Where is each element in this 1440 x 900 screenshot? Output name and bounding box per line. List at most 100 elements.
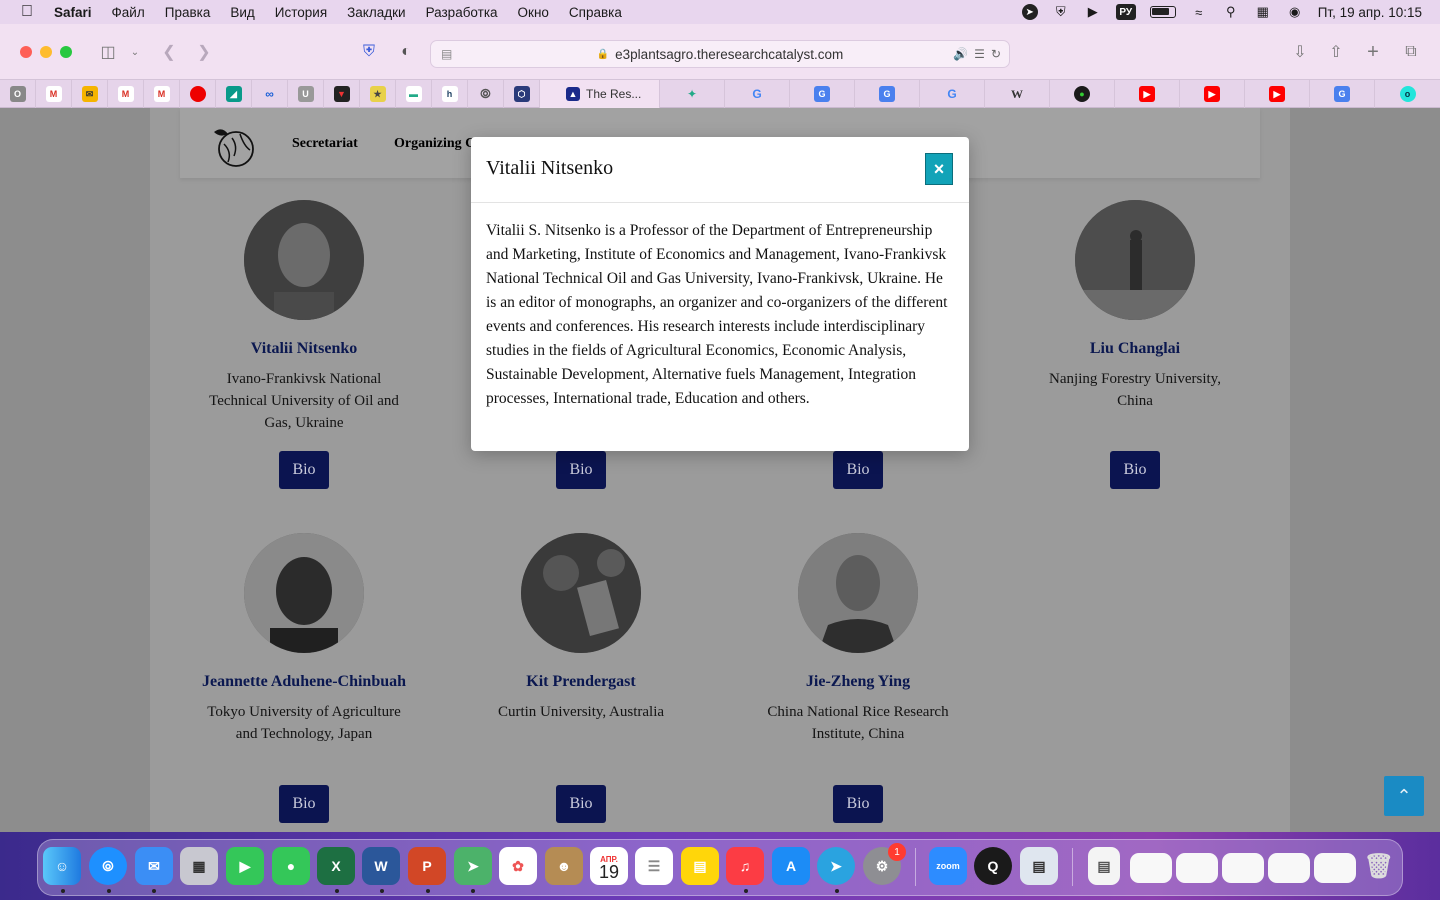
word-icon[interactable]: W [362, 847, 400, 885]
menu-edit[interactable]: Правка [165, 5, 211, 20]
pinned-tab[interactable]: ▼ [324, 80, 360, 108]
documents-stack-icon[interactable]: ▤ [1088, 847, 1120, 885]
pinned-tab[interactable]: ★ [360, 80, 396, 108]
location-arrow-icon[interactable]: ➤ [1021, 4, 1038, 20]
reload-icon[interactable]: ↻ [991, 47, 1001, 61]
bio-button[interactable]: Bio [279, 785, 329, 823]
modal-close-button[interactable]: × [925, 153, 953, 185]
privacy-shield-icon[interactable]: ⛨ [358, 40, 380, 64]
translate-icon[interactable]: ☰ [974, 47, 985, 61]
play-circle-icon[interactable]: ▶ [1084, 4, 1102, 20]
recent-window-thumbnail[interactable] [1314, 853, 1356, 883]
facetime-icon[interactable]: ▶ [226, 847, 264, 885]
pinned-tab[interactable]: ✉ [72, 80, 108, 108]
downloads-icon[interactable]: ⇩ [1290, 40, 1310, 64]
speaker-name[interactable]: Vitalii Nitsenko [184, 340, 424, 358]
nav-link-secretariat[interactable]: Secretariat [292, 136, 358, 152]
shield-check-icon[interactable]: ⛨ [1052, 4, 1070, 20]
mail-icon[interactable]: ✉ [135, 847, 173, 885]
menu-history[interactable]: История [275, 5, 327, 20]
bio-button[interactable]: Bio [1110, 451, 1160, 489]
tab[interactable]: W [985, 80, 1050, 108]
bio-button[interactable]: Bio [833, 785, 883, 823]
reader-mode-icon[interactable]: ▤ [441, 47, 452, 61]
bio-button[interactable]: Bio [279, 451, 329, 489]
recent-window-thumbnail[interactable] [1176, 853, 1218, 883]
pinned-tab[interactable]: ◢ [216, 80, 252, 108]
photos-icon[interactable]: ✿ [499, 847, 537, 885]
pinned-tab[interactable] [180, 80, 216, 108]
address-bar[interactable]: ▤ 🔒 e3plantsagro.theresearchcatalyst.com… [430, 40, 1010, 68]
menu-app-name[interactable]: Safari [54, 5, 92, 20]
pinned-tab[interactable]: M [36, 80, 72, 108]
pinned-tab[interactable]: ⦾ [468, 80, 504, 108]
site-logo-icon[interactable] [210, 124, 260, 170]
music-icon[interactable]: ♫ [726, 847, 764, 885]
tab[interactable]: G [855, 80, 920, 108]
quicktime-icon[interactable]: Q [974, 847, 1012, 885]
close-window-button[interactable] [20, 46, 32, 58]
back-button[interactable]: ❮ [160, 40, 178, 64]
launchpad-icon[interactable]: ▦ [180, 847, 218, 885]
pinned-tab[interactable]: ▬ [396, 80, 432, 108]
recent-window-thumbnail[interactable] [1130, 853, 1172, 883]
pinned-tab[interactable]: U [288, 80, 324, 108]
zoom-window-button[interactable] [60, 46, 72, 58]
siri-icon[interactable]: ◉ [1286, 4, 1304, 20]
sidebar-toggle-icon[interactable]: ◫ [96, 40, 120, 64]
trash-icon[interactable]: 🗑 [1360, 847, 1398, 885]
tab[interactable]: ✦ [660, 80, 725, 108]
pinned-tab[interactable]: ⬡ [504, 80, 540, 108]
tab[interactable]: ▶ [1115, 80, 1180, 108]
app-store-icon[interactable]: A [772, 847, 810, 885]
forward-button[interactable]: ❯ [195, 40, 213, 64]
audio-playing-icon[interactable]: 🔊 [953, 47, 968, 61]
spotlight-search-icon[interactable]: ⚲ [1222, 4, 1240, 20]
contacts-icon[interactable]: ☻ [545, 847, 583, 885]
pinned-tab[interactable]: M [108, 80, 144, 108]
wifi-icon[interactable]: ≈ [1190, 4, 1208, 20]
menu-develop[interactable]: Разработка [426, 5, 498, 20]
control-center-icon[interactable]: ▦ [1254, 4, 1272, 20]
speaker-name[interactable]: Jie-Zheng Ying [738, 673, 978, 691]
speaker-name[interactable]: Jeannette Aduhene-Chinbuah [184, 673, 424, 691]
maps-icon[interactable]: ➤ [454, 847, 492, 885]
pinned-tab[interactable]: O [0, 80, 36, 108]
nav-link-organizing-committee[interactable]: Organizing C [394, 136, 475, 152]
speaker-name[interactable]: Kit Prendergast [461, 673, 701, 691]
tab[interactable]: G [790, 80, 855, 108]
new-tab-icon[interactable]: + [1363, 40, 1383, 64]
tab[interactable]: ● [1050, 80, 1115, 108]
messages-icon[interactable]: ● [272, 847, 310, 885]
excel-icon[interactable]: X [317, 847, 355, 885]
tab-overview-icon[interactable]: ⧉ [1400, 40, 1422, 64]
powerpoint-icon[interactable]: P [408, 847, 446, 885]
menu-view[interactable]: Вид [230, 5, 254, 20]
finder-icon[interactable]: ☺ [43, 847, 81, 885]
pinned-tab[interactable]: ∞ [252, 80, 288, 108]
recent-window-thumbnail[interactable] [1222, 853, 1264, 883]
zoom-icon[interactable]: zoom [929, 847, 967, 885]
share-icon[interactable]: ⇧ [1326, 40, 1346, 64]
speaker-name[interactable]: Liu Changlai [1015, 340, 1255, 358]
tab[interactable]: ▶ [1180, 80, 1245, 108]
bio-button[interactable]: Bio [833, 451, 883, 489]
scroll-to-top-button[interactable]: ⌃ [1384, 776, 1424, 816]
preview-icon[interactable]: ▤ [1020, 847, 1058, 885]
keyboard-layout-indicator[interactable]: РУ [1115, 4, 1136, 20]
calendar-icon[interactable]: АПР. 19 [590, 847, 628, 885]
content-blocker-icon[interactable]: ◐ [396, 40, 416, 64]
reminders-icon[interactable]: ☰ [635, 847, 673, 885]
chevron-down-icon[interactable]: ⌄ [128, 40, 142, 64]
telegram-icon[interactable]: ➤ [817, 847, 855, 885]
safari-icon[interactable]: ⦾ [89, 847, 127, 885]
battery-icon[interactable] [1149, 6, 1176, 18]
tab[interactable]: o [1375, 80, 1440, 108]
notes-icon[interactable]: ▤ [681, 847, 719, 885]
menubar-clock[interactable]: Пт, 19 апр. 10:15 [1318, 5, 1422, 20]
apple-menu-icon[interactable]:  [18, 3, 36, 21]
menu-help[interactable]: Справка [569, 5, 622, 20]
tab-active[interactable]: ▲ The Res... [540, 80, 660, 108]
menu-window[interactable]: Окно [518, 5, 549, 20]
recent-window-thumbnail[interactable] [1268, 853, 1310, 883]
